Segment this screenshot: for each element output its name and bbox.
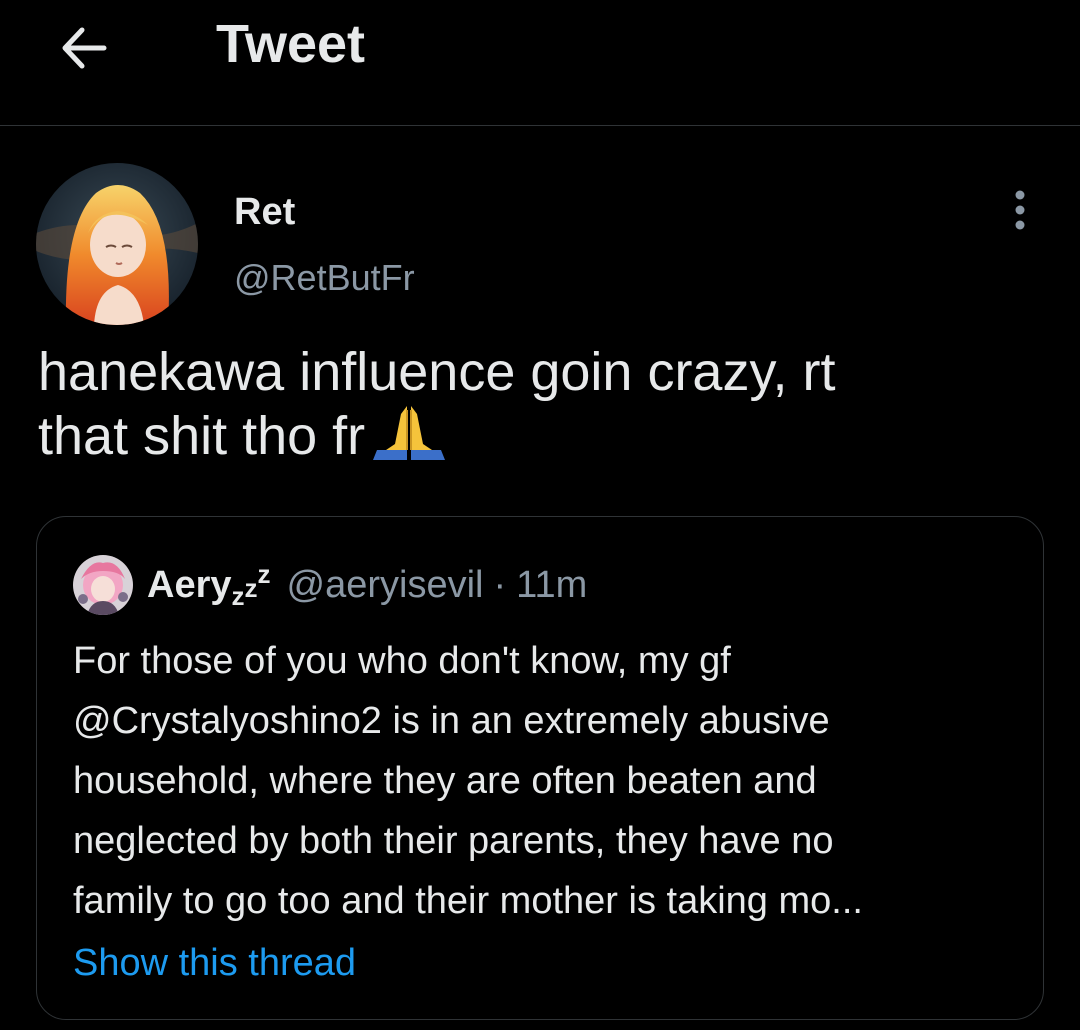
page-title: Tweet bbox=[216, 14, 366, 74]
tweet-text-line: that shit tho fr bbox=[38, 406, 366, 466]
top-bar: Tweet bbox=[0, 0, 1080, 126]
quoted-tweet-timestamp[interactable]: 11m bbox=[516, 564, 587, 607]
sleep-z-mid: z bbox=[244, 572, 258, 603]
quoted-author-name[interactable]: Aeryzzz bbox=[147, 559, 271, 612]
separator-dot: · bbox=[493, 563, 507, 606]
folded-hands-emoji-icon bbox=[371, 404, 447, 474]
quoted-body-line: household, where they are often beaten a… bbox=[73, 760, 817, 802]
quoted-tweet-card[interactable]: Aeryzzz @aeryisevil · 11m For those of y… bbox=[36, 516, 1044, 1020]
quoted-body-line: family to go too and their mother is tak… bbox=[73, 880, 863, 922]
quoted-tweet-header: Aeryzzz @aeryisevil · 11m bbox=[147, 559, 587, 611]
quoted-tweet-body: For those of you who don't know, my gf @… bbox=[73, 631, 1013, 931]
author-handle[interactable]: @RetButFr bbox=[234, 256, 415, 300]
sleep-z-small: z bbox=[231, 580, 245, 611]
quoted-body-line: For those of you who don't know, my gf bbox=[73, 640, 731, 682]
more-options-button[interactable] bbox=[996, 186, 1044, 234]
quoted-body-line: neglected by both their parents, they ha… bbox=[73, 820, 834, 862]
quoted-author-name-text: Aery bbox=[147, 563, 232, 606]
arrow-left-icon bbox=[62, 27, 107, 69]
quoted-body-line: @Crystalyoshino2 is in an extremely abus… bbox=[73, 700, 830, 742]
quoted-author-avatar[interactable] bbox=[73, 555, 133, 615]
back-button[interactable] bbox=[52, 16, 116, 80]
tweet-text-line: hanekawa influence goin crazy, rt bbox=[38, 342, 836, 402]
show-thread-link[interactable]: Show this thread bbox=[73, 933, 356, 993]
author-display-name[interactable]: Ret bbox=[234, 190, 295, 234]
sleep-z-large: z bbox=[257, 558, 271, 589]
quoted-author-handle[interactable]: @aeryisevil bbox=[287, 564, 484, 607]
author-avatar[interactable] bbox=[36, 163, 198, 325]
vertical-ellipsis-icon bbox=[1015, 190, 1025, 230]
tweet-text-line-2: that shit tho fr bbox=[38, 404, 1048, 474]
tweet-text: hanekawa influence goin crazy, rt that s… bbox=[38, 340, 1048, 474]
